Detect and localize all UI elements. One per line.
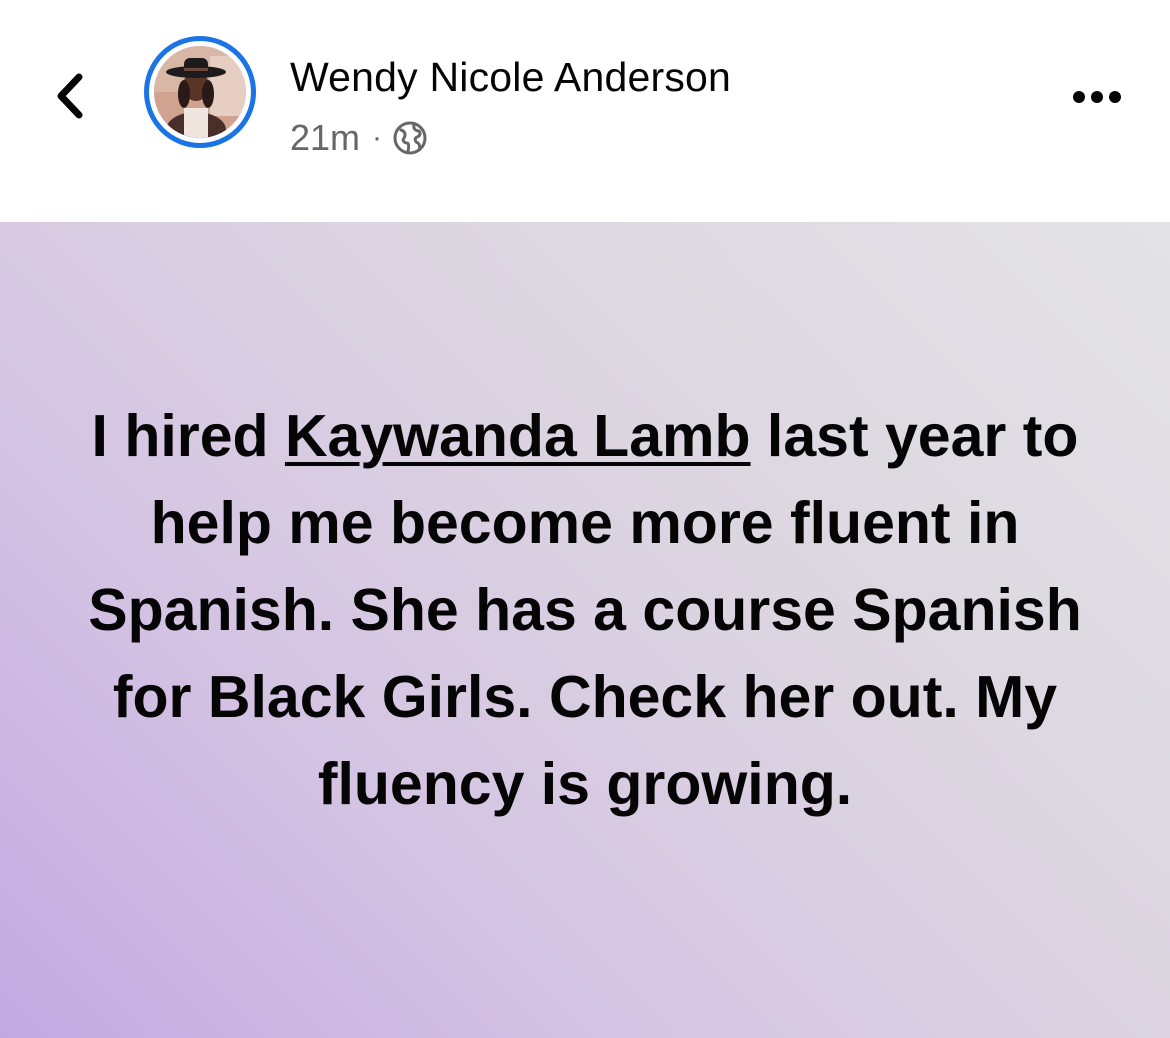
- post-meta: 21m ·: [290, 116, 428, 160]
- meta-separator: ·: [372, 121, 383, 154]
- more-options-icon: [1091, 91, 1103, 103]
- post-timestamp[interactable]: 21m: [290, 117, 360, 159]
- avatar: [154, 46, 246, 138]
- post-background: I hired Kaywanda Lamb last year to help …: [0, 222, 1170, 1038]
- post-text-before-mention: I hired: [91, 402, 285, 469]
- more-options-button[interactable]: [1062, 72, 1132, 122]
- author-name[interactable]: Wendy Nicole Anderson: [290, 54, 731, 101]
- mention-link[interactable]: Kaywanda Lamb: [285, 403, 751, 469]
- globe-icon: [393, 121, 427, 155]
- more-options-icon: [1109, 91, 1121, 103]
- post-text: I hired Kaywanda Lamb last year to help …: [65, 393, 1105, 828]
- avatar-story-ring[interactable]: [144, 36, 256, 148]
- back-button[interactable]: [40, 66, 100, 126]
- chevron-left-icon: [57, 73, 83, 119]
- post-header: Wendy Nicole Anderson 21m ·: [0, 0, 1170, 222]
- more-options-icon: [1073, 91, 1085, 103]
